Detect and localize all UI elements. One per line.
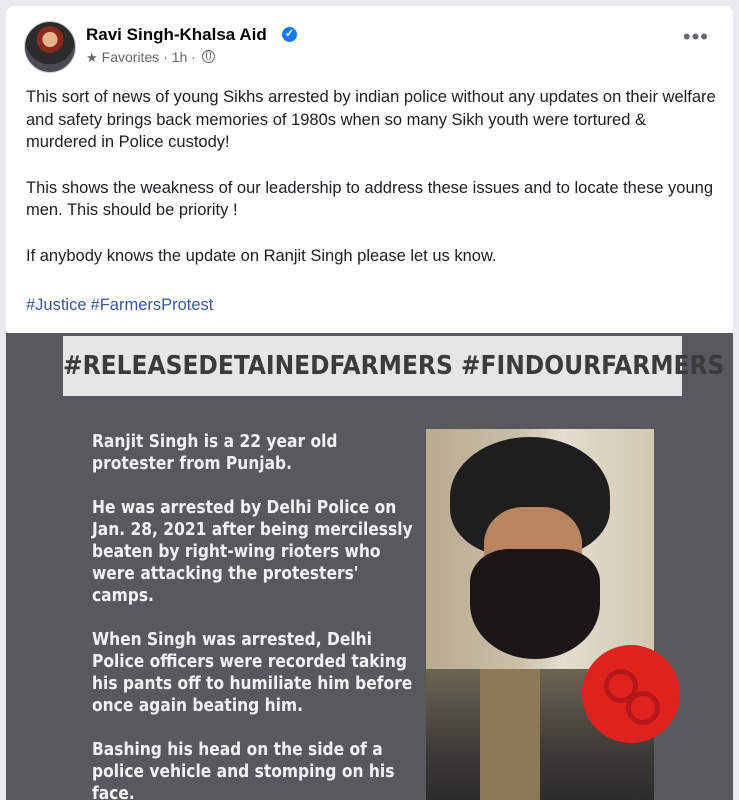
post-time[interactable]: 1h bbox=[172, 49, 188, 65]
post-paragraph: This shows the weakness of our leadershi… bbox=[26, 178, 713, 220]
image-banner: #RELEASEDETAINEDFARMERS #FINDOURFARMERS bbox=[63, 336, 724, 396]
globe-icon[interactable] bbox=[201, 50, 215, 63]
meta-separator: · bbox=[163, 49, 168, 65]
officer-leg-shape bbox=[480, 669, 540, 800]
post-card: Ravi Singh-Khalsa Aid ✓ ★ Favorites · 1h … bbox=[6, 6, 733, 800]
post-header: Ravi Singh-Khalsa Aid ✓ ★ Favorites · 1h … bbox=[6, 6, 733, 76]
post-text: This sort of news of young Sikhs arreste… bbox=[26, 86, 716, 290]
hashtags: #Justice #FarmersProtest bbox=[26, 296, 217, 315]
post-image[interactable]: #RELEASEDETAINEDFARMERS #FINDOURFARMERS … bbox=[6, 333, 733, 800]
handcuff-ring-2 bbox=[626, 691, 660, 725]
image-paragraph: Ranjit Singh is a 22 year old protester … bbox=[92, 431, 338, 474]
hashtag-justice[interactable]: #Justice bbox=[26, 296, 87, 314]
image-paragraph: When Singh was arrested, Delhi Police of… bbox=[92, 629, 413, 716]
author-name[interactable]: Ravi Singh-Khalsa Aid bbox=[86, 25, 267, 45]
beard-shape bbox=[470, 549, 600, 659]
post-meta: ★ Favorites · 1h · bbox=[86, 49, 215, 66]
image-info-text: Ranjit Singh is a 22 year old protester … bbox=[92, 431, 413, 800]
handcuffs-icon bbox=[582, 645, 680, 743]
more-icon[interactable]: ••• bbox=[683, 26, 709, 48]
post-paragraph: This sort of news of young Sikhs arreste… bbox=[26, 88, 716, 151]
image-paragraph: Bashing his head on the side of a police… bbox=[92, 739, 395, 800]
hashtag-farmersprotest[interactable]: #FarmersProtest bbox=[91, 296, 214, 314]
meta-separator-2: · bbox=[191, 49, 196, 65]
post-paragraph: If anybody knows the update on Ranjit Si… bbox=[26, 246, 497, 265]
author-avatar[interactable] bbox=[24, 21, 76, 73]
image-paragraph: He was arrested by Delhi Police on Jan. … bbox=[92, 497, 413, 606]
star-icon: ★ bbox=[86, 50, 98, 65]
favorites-label[interactable]: Favorites bbox=[102, 49, 160, 65]
portrait-photo bbox=[426, 429, 654, 669]
verified-icon: ✓ bbox=[282, 27, 297, 42]
